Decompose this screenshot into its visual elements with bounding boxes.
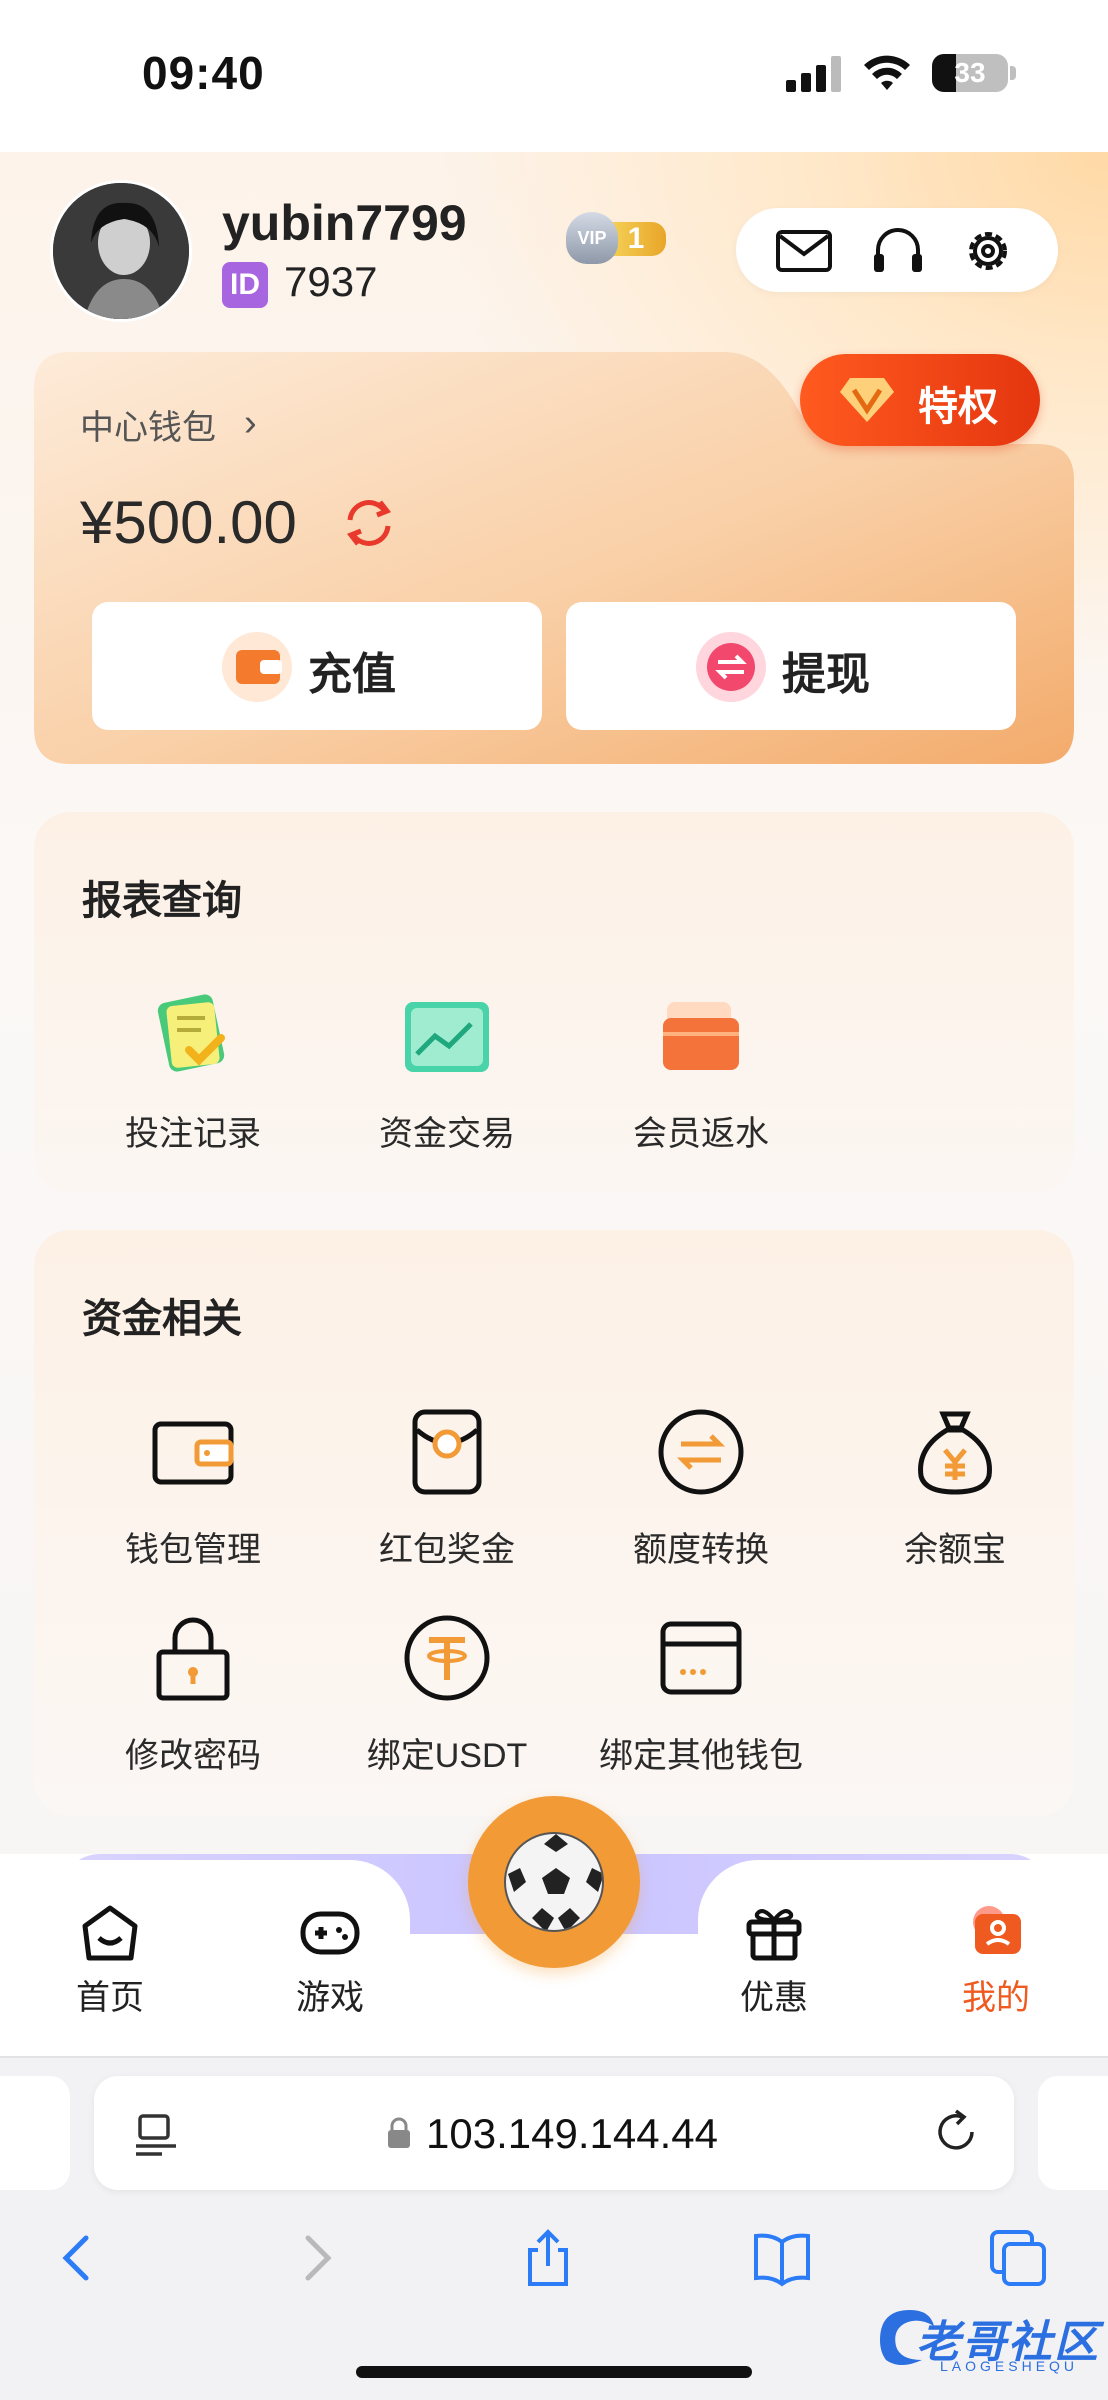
battery-cap xyxy=(1010,66,1016,80)
bet-record-icon xyxy=(145,988,241,1084)
report-item-fund-transaction[interactable]: 资金交易 xyxy=(320,988,574,1155)
soccer-ball-button[interactable] xyxy=(468,1796,640,1968)
report-item-label: 会员返水 xyxy=(633,1115,769,1153)
finance-item-change-password[interactable]: 修改密码 xyxy=(66,1610,320,1777)
report-title: 报表查询 xyxy=(82,879,242,923)
privilege-button[interactable]: 特权 xyxy=(800,354,1040,446)
finance-section: 资金相关 钱包管理 红包奖金 额度转换 余额宝 修改密码 绑定USDT 绑定其他… xyxy=(34,1230,1074,1816)
lock-secure-icon xyxy=(388,2117,410,2148)
finance-item-bind-usdt[interactable]: 绑定USDT xyxy=(320,1610,574,1777)
wallet-balance: ¥500.00 xyxy=(80,489,297,556)
chevron-right-icon[interactable]: › xyxy=(244,402,257,445)
member-rebate-icon xyxy=(653,988,749,1084)
money-bag-icon xyxy=(907,1404,1003,1500)
transfer-icon xyxy=(653,1404,749,1500)
finance-item-money-bag[interactable]: 余额宝 xyxy=(828,1404,1082,1571)
diamond-icon xyxy=(840,378,894,422)
finance-item-label: 余额宝 xyxy=(904,1531,1006,1569)
finance-item-wallet-management[interactable]: 钱包管理 xyxy=(66,1404,320,1571)
next-tab-preview[interactable] xyxy=(1038,2076,1108,2190)
refresh-icon[interactable] xyxy=(340,494,398,552)
back-icon[interactable] xyxy=(48,2228,108,2288)
gamepad-icon xyxy=(299,1904,361,1962)
tab-label: 首页 xyxy=(76,1979,144,2017)
recharge-wallet-icon xyxy=(222,632,292,702)
tab-label: 游戏 xyxy=(296,1979,364,2017)
id-badge-icon: ID xyxy=(222,262,268,308)
finance-item-bind-other-wallet[interactable]: 绑定其他钱包 xyxy=(574,1610,828,1777)
top-actions xyxy=(736,208,1058,292)
red-packet-icon xyxy=(399,1404,495,1500)
tabs-icon[interactable] xyxy=(988,2228,1048,2288)
recharge-button[interactable]: 充值 xyxy=(92,602,542,730)
report-section: 报表查询 投注记录 资金交易 会员返水 xyxy=(34,812,1074,1192)
lock-icon xyxy=(145,1610,241,1706)
finance-item-label: 额度转换 xyxy=(633,1531,769,1569)
user-id: 7937 xyxy=(284,258,378,305)
withdraw-button[interactable]: 提现 xyxy=(566,602,1016,730)
finance-item-red-packet[interactable]: 红包奖金 xyxy=(320,1404,574,1571)
finance-title: 资金相关 xyxy=(82,1297,242,1341)
wifi-icon xyxy=(864,55,910,90)
share-icon[interactable] xyxy=(518,2228,578,2288)
report-item-label: 资金交易 xyxy=(379,1115,515,1153)
card-icon xyxy=(653,1610,749,1706)
cellular-signal-icon xyxy=(786,56,842,92)
watermark-subtext: LAOGESHEQU xyxy=(940,2358,1079,2374)
finance-item-transfer[interactable]: 额度转换 xyxy=(574,1404,828,1571)
finance-item-label: 修改密码 xyxy=(125,1737,261,1775)
finance-item-label: 绑定USDT xyxy=(366,1737,528,1775)
usdt-icon xyxy=(399,1610,495,1706)
status-bar: 09:40 33 xyxy=(0,0,1108,152)
avatar[interactable] xyxy=(50,180,192,322)
recharge-label: 充值 xyxy=(308,650,396,699)
report-item-bet-record[interactable]: 投注记录 xyxy=(66,988,320,1155)
page-menu-icon[interactable] xyxy=(134,2110,178,2160)
wallet-icon xyxy=(145,1404,241,1500)
finance-item-label: 钱包管理 xyxy=(125,1531,261,1569)
url-text[interactable]: 103.149.144.44 xyxy=(426,2110,718,2158)
reload-icon[interactable] xyxy=(932,2108,982,2158)
withdraw-label: 提现 xyxy=(782,650,870,699)
home-indicator[interactable] xyxy=(356,2366,752,2378)
profile-icon xyxy=(965,1904,1027,1962)
mail-icon[interactable] xyxy=(774,226,834,276)
report-item-label: 投注记录 xyxy=(125,1115,261,1153)
headset-icon[interactable] xyxy=(868,226,928,276)
privilege-label: 特权 xyxy=(918,385,998,429)
watermark-logo: 老哥社区 LAOGESHEQU xyxy=(870,2300,1100,2380)
vip-badge[interactable]: 1 VIP xyxy=(566,212,668,264)
username: yubin7799 xyxy=(222,195,467,251)
withdraw-exchange-icon xyxy=(696,632,766,702)
finance-item-label: 绑定其他钱包 xyxy=(599,1737,803,1775)
status-time: 09:40 xyxy=(142,47,265,99)
soccer-ball-icon xyxy=(504,1832,604,1932)
wallet-title[interactable]: 中心钱包 xyxy=(80,400,216,449)
avatar-photo xyxy=(53,183,189,319)
finance-item-label: 红包奖金 xyxy=(379,1531,515,1569)
gift-icon xyxy=(743,1904,805,1962)
tab-mine[interactable]: 我的 xyxy=(926,1904,1066,2019)
battery-level: 33 xyxy=(954,57,986,88)
previous-tab-preview[interactable] xyxy=(0,2076,70,2190)
vip-shield-icon: VIP xyxy=(566,212,618,264)
tab-promotions[interactable]: 优惠 xyxy=(704,1904,844,2019)
fund-transaction-icon xyxy=(399,988,495,1084)
tab-home[interactable]: 首页 xyxy=(40,1904,180,2019)
tab-label: 优惠 xyxy=(740,1979,808,2017)
tab-games[interactable]: 游戏 xyxy=(260,1904,400,2019)
battery-icon: 33 xyxy=(932,54,1008,92)
home-icon xyxy=(79,1904,141,1962)
bookmarks-icon[interactable] xyxy=(752,2228,812,2288)
tab-label-active: 我的 xyxy=(962,1979,1030,2017)
report-item-member-rebate[interactable]: 会员返水 xyxy=(574,988,828,1155)
gear-icon[interactable] xyxy=(958,226,1018,276)
forward-icon[interactable] xyxy=(286,2228,346,2288)
